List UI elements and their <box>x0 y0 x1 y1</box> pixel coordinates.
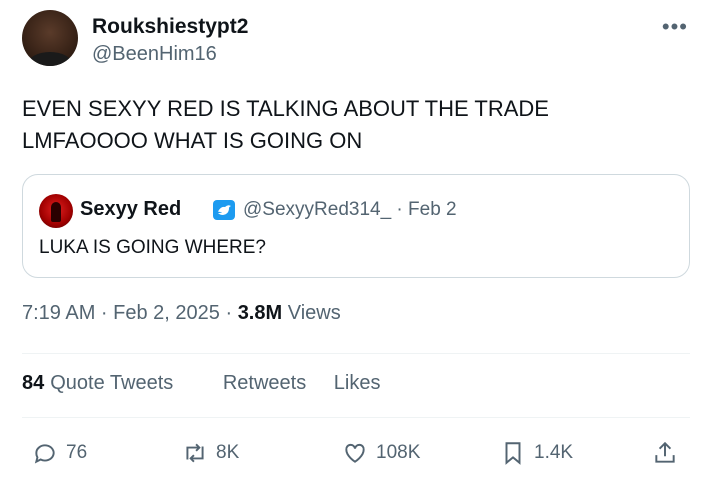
retweet-count: 8K <box>216 442 240 463</box>
reply-count: 76 <box>66 442 88 463</box>
bookmark-count: 1.4K <box>534 442 574 463</box>
retweets-link[interactable]: Retweets <box>223 372 306 394</box>
verified-icon <box>213 200 235 220</box>
quote-tweets-link[interactable]: 84 Quote Tweets <box>22 372 195 394</box>
like-icon <box>345 443 365 463</box>
reply-icon <box>34 444 55 464</box>
share-button[interactable] <box>652 436 686 470</box>
like-count: 108K <box>376 442 421 463</box>
more-icon[interactable]: ••• <box>662 14 688 40</box>
quoted-text: LUKA IS GOING WHERE? <box>39 237 266 258</box>
tweet-header: Roukshiestypt2 @BeenHim16 ••• <box>22 10 690 72</box>
retweet-button[interactable]: 8K <box>182 436 239 470</box>
engagement-stats: 84 Quote Tweets Retweets Likes <box>22 372 403 395</box>
likes-link[interactable]: Likes <box>334 372 381 394</box>
tweet-text-line: LMFAOOOO WHAT IS GOING ON <box>22 128 363 153</box>
bookmark-icon <box>505 442 521 465</box>
tweet-meta: 7:19 AM · Feb 2, 2025 · 3.8M Views <box>22 302 341 325</box>
tweet-text: EVEN SEXYY RED IS TALKING ABOUT THE TRAD… <box>22 93 662 157</box>
action-bar: 76 8K 108K 1.4K <box>22 436 690 470</box>
divider <box>22 353 690 354</box>
quoted-author-name: Sexyy Red <box>80 198 182 220</box>
retweet-icon <box>186 443 204 463</box>
share-icon <box>655 441 675 463</box>
reply-button[interactable]: 76 <box>32 436 87 470</box>
author-handle[interactable]: @BeenHim16 <box>92 43 217 66</box>
views-label: Views <box>282 302 341 324</box>
bookmark-button[interactable]: 1.4K <box>500 436 573 470</box>
quoted-handle-date: @SexyyRed314_ · Feb 2 <box>243 199 457 220</box>
views-count: 3.8M <box>237 302 283 324</box>
tweet-text-line: EVEN SEXYY RED IS TALKING ABOUT THE TRAD… <box>22 96 549 121</box>
author-avatar[interactable] <box>22 10 78 66</box>
like-button[interactable]: 108K <box>342 436 420 470</box>
quote-label: Quote Tweets <box>50 372 174 394</box>
timestamp[interactable]: 7:19 AM · Feb 2, 2025 · <box>22 302 238 324</box>
quote-count: 84 <box>22 372 45 394</box>
quoted-author-avatar <box>39 194 73 228</box>
divider <box>22 417 690 418</box>
author-display-name[interactable]: Roukshiestypt2 <box>92 15 248 39</box>
quoted-tweet-card[interactable]: Sexyy Red @SexyyRed314_ · Feb 2 LUKA IS … <box>22 174 690 278</box>
